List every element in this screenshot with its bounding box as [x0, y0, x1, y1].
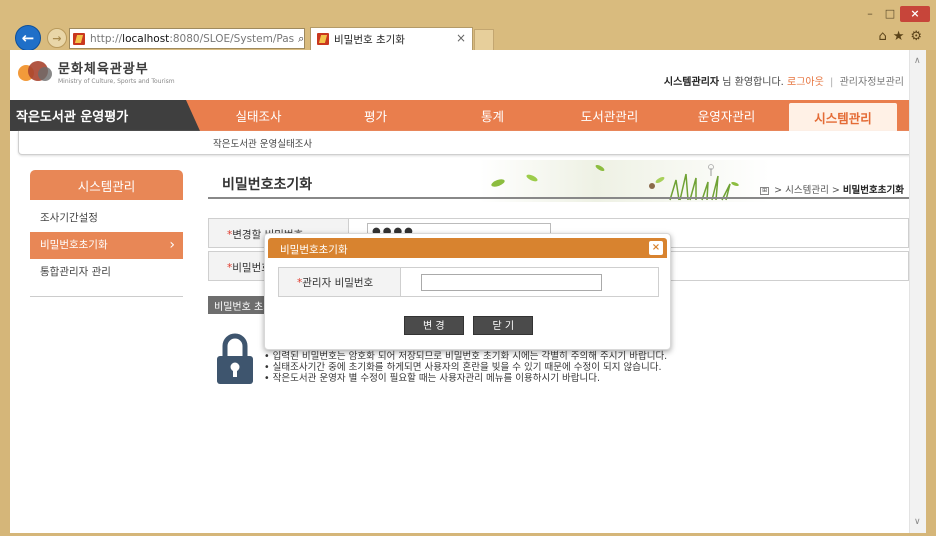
admin-password-row: *관리자 비밀번호 [278, 267, 659, 297]
scroll-down-icon[interactable]: ∨ [914, 517, 921, 527]
browser-tab[interactable]: 비밀번호 초기화 × [310, 27, 473, 50]
admin-password-input[interactable] [421, 274, 602, 291]
url-path: :8080/SLOE/System/Pas [169, 32, 295, 45]
sidebar-menu: 조사기간설정비밀번호초기화통합관리자 관리 [30, 205, 183, 286]
scroll-up-icon[interactable]: ∧ [914, 56, 921, 66]
url-prefix: http:// [90, 32, 123, 45]
title-divider [208, 197, 909, 199]
modal-header: 비밀번호초기화 × [268, 238, 667, 258]
nav-item[interactable]: 시스템관리 [789, 103, 897, 131]
new-tab-button[interactable] [474, 29, 494, 50]
main-nav: 작은도서관 운영평가 실태조사 평가 통계 도서관관리 운영자관리 시스템관리 [10, 100, 909, 131]
sidebar-item[interactable]: 비밀번호초기화 [30, 232, 183, 259]
forward-button[interactable]: → [47, 28, 67, 48]
logo-subtitle: Ministry of Culture, Sports and Tourism [58, 78, 175, 85]
tab-favicon-icon [317, 33, 329, 45]
modal-title: 비밀번호초기화 [280, 244, 348, 256]
sidebar-item[interactable]: 조사기간설정 [30, 205, 183, 232]
logo-title: 문화체육관광부 [58, 62, 149, 77]
sub-nav: 작은도서관 운영실태조사 [18, 131, 920, 155]
breadcrumb: ⊞ > 시스템관리 > 비밀번호초기화 [760, 182, 904, 196]
sub-nav-item[interactable]: 작은도서관 운영실태조사 [213, 136, 312, 150]
notice-item: 실태조사기간 중에 초기화를 하게되면 사용자의 혼란을 빚을 수 있기 때문에… [264, 362, 667, 373]
logout-link[interactable]: 로그아웃 [787, 77, 824, 88]
nav-item[interactable]: 통계 [434, 100, 551, 131]
sidebar-item[interactable]: 통합관리자 관리 [30, 259, 183, 286]
admin-password-label: 관리자 비밀번호 [302, 277, 374, 289]
nav-item[interactable]: 평가 [317, 100, 434, 131]
tab-close-icon[interactable]: × [456, 31, 466, 45]
address-bar-icons[interactable]: ⌕ ▾ ↻ [298, 32, 304, 46]
welcome-text: 님 환영합니다. [719, 77, 784, 88]
minimize-icon[interactable]: – [860, 6, 880, 22]
account-info-link[interactable]: 관리자정보관리 [840, 77, 904, 88]
lock-icon [217, 333, 253, 384]
nav-item[interactable]: 실태조사 [200, 100, 317, 131]
vertical-scrollbar[interactable]: ∧ ∨ [909, 50, 926, 533]
page-viewport: 문화체육관광부 Ministry of Culture, Sports and … [10, 50, 926, 533]
page-title: 비밀번호초기화 [222, 177, 313, 193]
home-icon[interactable]: ⊞ [760, 186, 770, 195]
nav-item[interactable]: 도서관관리 [551, 100, 668, 131]
browser-chrome: ← → http://localhost:8080/SLOE/System/Pa… [0, 0, 936, 51]
modal-buttons: 변 경 닫 기 [265, 316, 672, 335]
user-name: 시스템관리자 [663, 77, 720, 88]
nav-item[interactable]: 운영자관리 [668, 100, 785, 131]
notice-item: 입력된 비밀번호는 암호화 되어 저장되므로 비밀번호 초기화 시에는 각별히 … [264, 351, 668, 362]
sidebar-divider [30, 296, 183, 297]
change-button[interactable]: 변 경 [403, 316, 464, 335]
banner-illustration [480, 160, 770, 202]
logo-mark-icon [18, 59, 54, 85]
user-bar: 시스템관리자 님 환영합니다. 로그아웃 | 관리자정보관리 [664, 73, 904, 88]
close-icon[interactable]: × [649, 241, 663, 255]
page-favicon-icon [73, 32, 85, 45]
window-controls: – □ × [860, 6, 930, 22]
site-logo[interactable]: 문화체육관광부 Ministry of Culture, Sports and … [18, 58, 175, 85]
address-bar[interactable]: http://localhost:8080/SLOE/System/Pas ⌕ … [69, 28, 305, 49]
nav-home[interactable]: 작은도서관 운영평가 [10, 100, 200, 131]
maximize-icon[interactable]: □ [880, 6, 900, 22]
window-close-icon[interactable]: × [900, 6, 930, 22]
notice-item: 작은도서관 운영자 별 수정이 필요할 때는 사용자관리 메뉴를 이용하시기 바… [264, 373, 667, 384]
browser-toolbar-icons[interactable]: ⌂★⚙ [878, 29, 928, 44]
breadcrumb-current: 비밀번호초기화 [842, 185, 904, 196]
sidebar-title: 시스템관리 [30, 170, 183, 200]
password-reset-modal: 비밀번호초기화 × *관리자 비밀번호 변 경 닫 기 [264, 233, 671, 350]
notice-list: 입력된 비밀번호는 암호화 되어 저장되므로 비밀번호 초기화 시에는 각별히 … [264, 351, 668, 384]
breadcrumb-parent[interactable]: > 시스템관리 > [771, 185, 843, 196]
separator: | [830, 77, 834, 88]
close-button[interactable]: 닫 기 [473, 316, 534, 335]
tab-title: 비밀번호 초기화 [334, 33, 405, 46]
back-button[interactable]: ← [15, 25, 41, 51]
url-host: localhost [122, 32, 170, 45]
